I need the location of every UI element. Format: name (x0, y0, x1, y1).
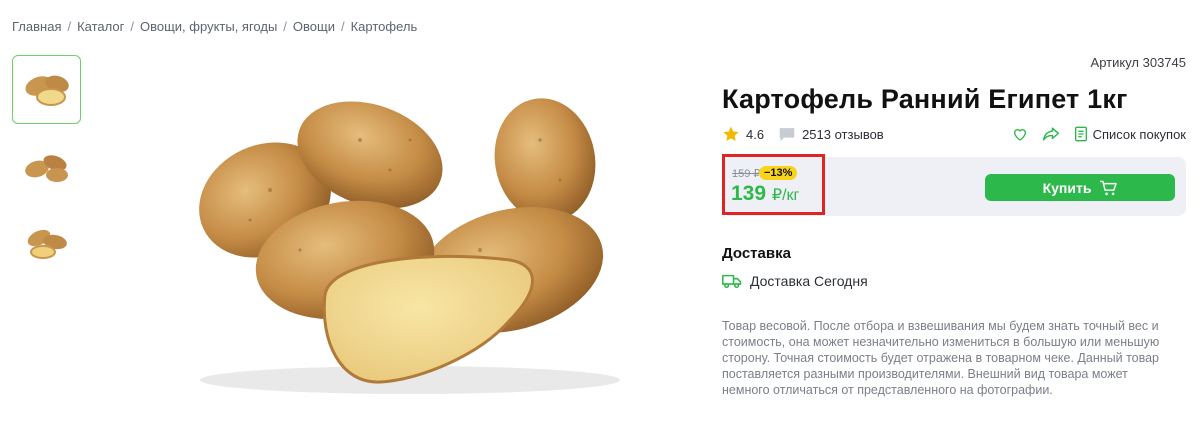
discount-badge: −13% (759, 166, 798, 180)
breadcrumb-home[interactable]: Главная (12, 19, 61, 34)
shopping-list-label: Список покупок (1092, 126, 1186, 142)
share-button[interactable] (1042, 126, 1060, 142)
star-icon (723, 126, 739, 142)
breadcrumb: Главная / Каталог / Овощи, фрукты, ягоды… (12, 19, 417, 34)
current-price: 139 ₽/кг (731, 182, 799, 206)
breadcrumb-potatoes[interactable]: Картофель (351, 19, 418, 34)
delivery-option: Доставка Сегодня (722, 273, 868, 289)
rating-value: 4.6 (746, 126, 765, 142)
potato-thumbnail-image (24, 75, 69, 106)
thumbnail-1[interactable] (12, 55, 81, 124)
rating: 4.6 (722, 125, 764, 143)
product-actions: Список покупок (1012, 126, 1186, 142)
potato-thumbnail-image (27, 229, 67, 259)
buy-button-label: Купить (1042, 179, 1092, 196)
buy-button[interactable]: Купить (985, 174, 1175, 201)
potato-thumbnail-image (24, 154, 68, 182)
thumbnail-list (12, 55, 81, 286)
product-meta-row: 4.6 2513 отзывов Список покупок (722, 124, 1186, 144)
heart-icon (1013, 129, 1026, 141)
comment-icon (779, 128, 795, 142)
old-price: 159 ₽ (732, 168, 761, 180)
cart-icon (1100, 180, 1118, 195)
reviews-count: 2513 отзывов (802, 126, 884, 142)
price-unit: ₽/кг (771, 187, 800, 204)
product-title: Картофель Ранний Египет 1кг (722, 84, 1128, 114)
breadcrumb-catalog[interactable]: Каталог (77, 19, 124, 34)
thumbnail-2[interactable] (12, 132, 81, 201)
article-number: Артикул 303745 (1090, 55, 1186, 70)
breadcrumb-separator: / (340, 19, 345, 34)
breadcrumb-separator: / (67, 19, 72, 34)
price-value: 139 (731, 182, 767, 205)
thumbnail-3[interactable] (12, 209, 81, 278)
reviews-link[interactable]: 2513 отзывов (778, 126, 884, 142)
product-image (180, 80, 640, 400)
price-panel: 159 ₽ −13% 139 ₽/кг Купить (722, 154, 1186, 216)
truck-icon (722, 274, 742, 289)
shopping-list-button[interactable]: Список покупок (1074, 126, 1186, 142)
share-icon (1042, 127, 1059, 141)
breadcrumb-vegetables[interactable]: Овощи (293, 19, 335, 34)
breadcrumb-fruits-vegetables[interactable]: Овощи, фрукты, ягоды (140, 19, 277, 34)
favorite-button[interactable] (1012, 126, 1028, 142)
delivery-option-label: Доставка Сегодня (750, 273, 868, 289)
product-description: Товар весовой. После отбора и взвешивани… (722, 319, 1160, 397)
delivery-heading: Доставка (722, 245, 791, 262)
list-icon (1074, 126, 1087, 142)
breadcrumb-separator: / (130, 19, 134, 34)
breadcrumb-separator: / (283, 19, 287, 34)
